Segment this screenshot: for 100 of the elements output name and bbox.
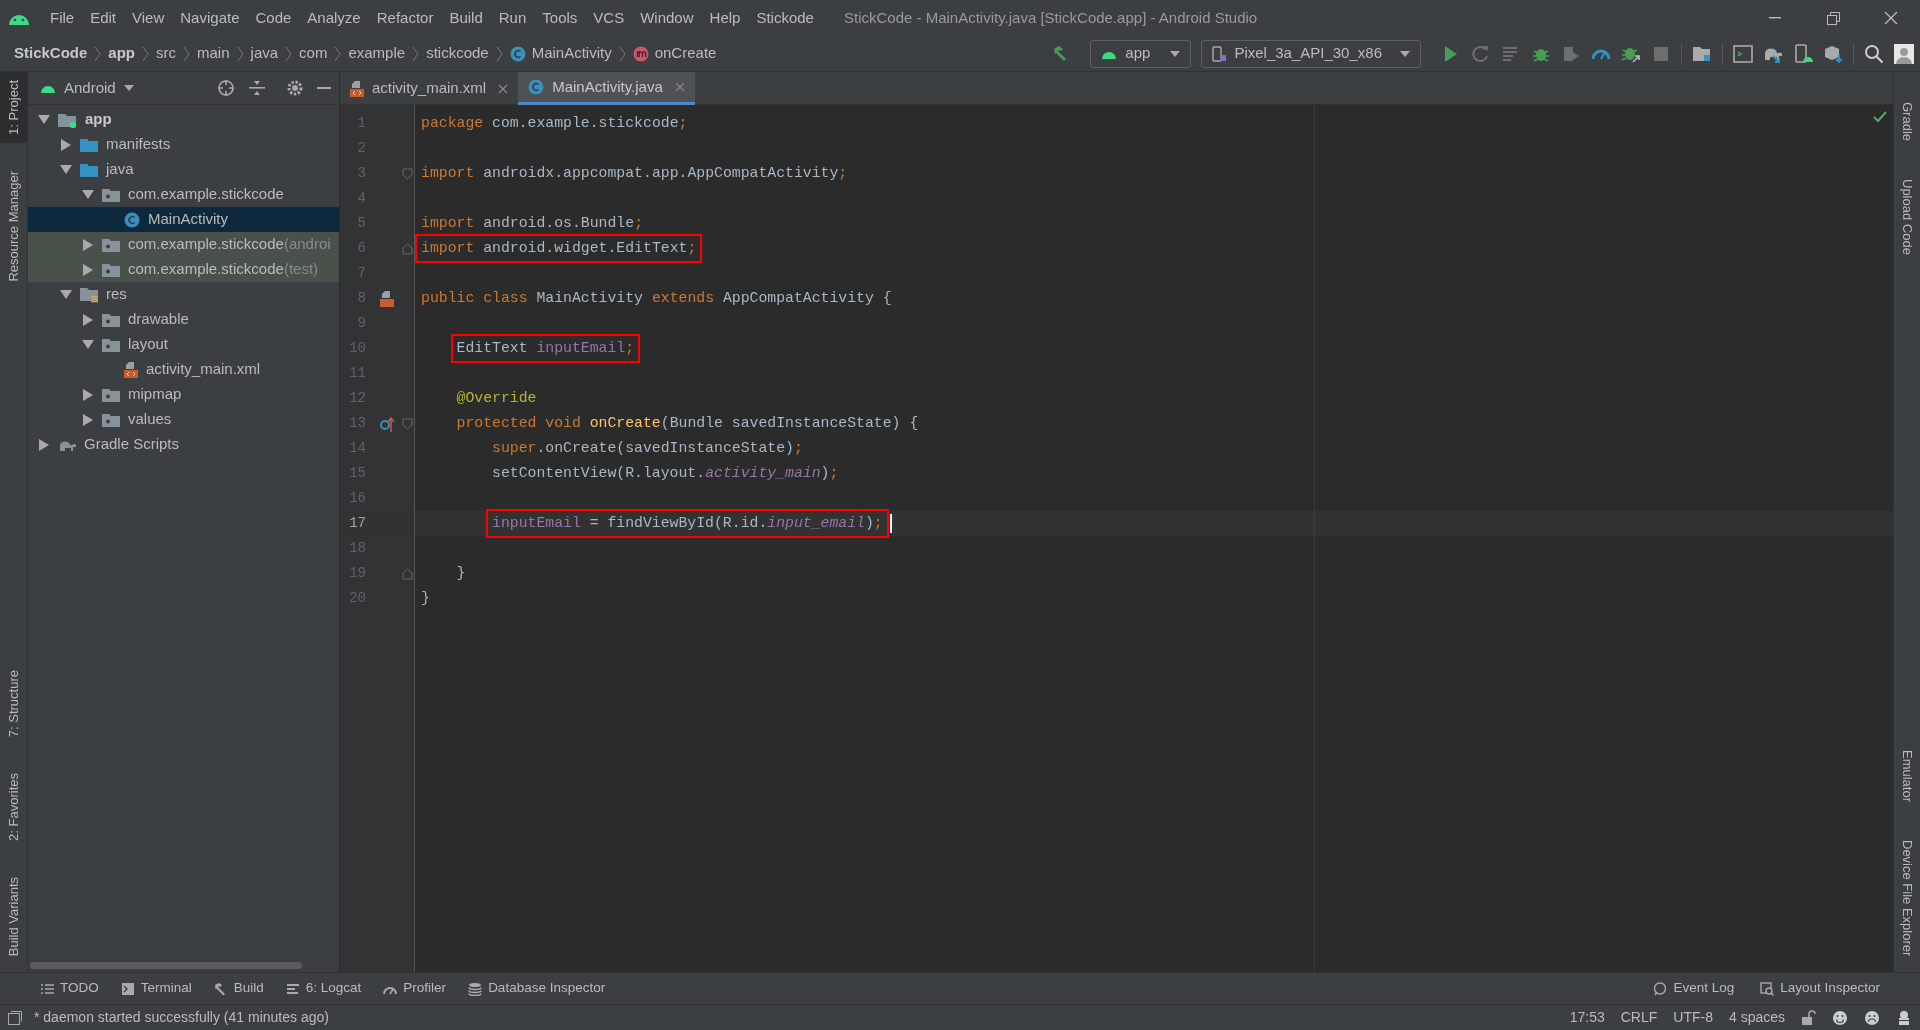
tree-item[interactable]: activity_main.xml bbox=[28, 357, 339, 382]
tree-item[interactable]: java bbox=[28, 157, 339, 182]
panel-toggle-icon[interactable] bbox=[8, 1010, 22, 1025]
menu-item[interactable]: Edit bbox=[84, 6, 123, 30]
tool-window-tab[interactable]: Emulator bbox=[1893, 741, 1920, 810]
inspector-icon[interactable] bbox=[1896, 1009, 1912, 1026]
close-icon[interactable] bbox=[498, 83, 509, 94]
run-config-dropdown[interactable]: app bbox=[1090, 39, 1192, 68]
frown-icon[interactable] bbox=[1864, 1009, 1880, 1026]
editor-tab[interactable]: MainActivity.java bbox=[518, 72, 695, 105]
status-item[interactable]: 17:53 bbox=[1569, 1007, 1605, 1028]
menu-item[interactable]: Tools bbox=[536, 6, 584, 30]
status-item[interactable]: UTF-8 bbox=[1673, 1007, 1713, 1028]
window-icon[interactable] bbox=[1733, 43, 1753, 64]
tree-item[interactable]: res bbox=[28, 282, 339, 307]
close-icon bbox=[1884, 11, 1898, 25]
menu-item[interactable]: Code bbox=[249, 6, 298, 30]
line-number: 17 bbox=[348, 514, 366, 533]
breadcrumb[interactable]: app bbox=[108, 42, 136, 65]
tool-window-tab[interactable]: 1: Project bbox=[0, 72, 27, 143]
tree-item[interactable]: com.example.stickcode bbox=[28, 182, 339, 207]
layout-file-icon bbox=[124, 361, 138, 378]
terminal-icon bbox=[120, 981, 135, 996]
close-icon[interactable] bbox=[674, 82, 685, 92]
tree-item[interactable]: Gradle Scripts bbox=[28, 432, 339, 457]
avatar-icon[interactable] bbox=[1894, 43, 1914, 64]
breadcrumb[interactable]: MainActivity bbox=[509, 42, 612, 65]
folder-icon bbox=[102, 187, 120, 202]
tool-window-button[interactable]: Profiler bbox=[383, 978, 447, 999]
tool-window-button[interactable]: Event Log bbox=[1653, 978, 1735, 999]
device-dropdown[interactable]: Pixel_3a_API_30_x86 bbox=[1201, 39, 1421, 68]
tree-item[interactable]: mipmap bbox=[28, 382, 339, 407]
settings-icon[interactable] bbox=[287, 80, 303, 96]
breadcrumb[interactable]: main bbox=[197, 42, 230, 65]
rerun-icon[interactable] bbox=[1471, 43, 1491, 64]
menu-item[interactable]: View bbox=[126, 6, 171, 30]
status-item[interactable]: 4 spaces bbox=[1728, 1007, 1785, 1028]
search-icon[interactable] bbox=[1864, 43, 1884, 64]
tree-item[interactable]: MainActivity bbox=[28, 207, 339, 232]
chevron-icon bbox=[618, 45, 626, 62]
tool-window-tab[interactable]: Device File Explorer bbox=[1893, 831, 1920, 964]
fold-marker-icon[interactable] bbox=[402, 167, 413, 180]
collapsed-arrow-icon bbox=[82, 388, 94, 401]
unlock-icon[interactable] bbox=[1801, 1010, 1816, 1025]
device-manager-icon[interactable] bbox=[1793, 43, 1813, 64]
tool-window-button[interactable]: Terminal bbox=[120, 978, 192, 999]
locate-icon[interactable] bbox=[217, 79, 235, 97]
tree-item[interactable]: values bbox=[28, 407, 339, 432]
layout-file-icon[interactable] bbox=[380, 290, 394, 307]
tool-window-button[interactable]: TODO bbox=[40, 978, 99, 999]
breadcrumb[interactable]: StickCode bbox=[14, 42, 88, 65]
breadcrumb[interactable]: onCreate bbox=[632, 42, 717, 65]
editor-tab[interactable]: activity_main.xml bbox=[340, 72, 519, 105]
tree-item[interactable]: drawable bbox=[28, 307, 339, 332]
tool-window-button[interactable]: Layout Inspector bbox=[1760, 978, 1880, 999]
menu-item[interactable]: Stickode bbox=[750, 6, 820, 30]
fold-marker-icon[interactable] bbox=[402, 242, 413, 255]
menu-item[interactable]: Analyze bbox=[301, 6, 367, 30]
tree-item[interactable]: layout bbox=[28, 332, 339, 357]
status-item[interactable]: CRLF bbox=[1620, 1007, 1658, 1028]
tool-window-button[interactable]: Build bbox=[213, 978, 264, 999]
tool-window-tab[interactable]: 2: Favorites bbox=[0, 764, 27, 849]
tree-item[interactable]: com.example.stickcode(androi bbox=[28, 232, 339, 257]
tree-item[interactable]: com.example.stickcode(test) bbox=[28, 257, 339, 282]
tool-window-button[interactable]: 6: Logcat bbox=[285, 978, 362, 999]
package-download-icon[interactable] bbox=[1823, 43, 1843, 64]
menu-item[interactable]: Refactor bbox=[370, 6, 440, 30]
tool-window-tab[interactable]: Upload Code bbox=[1893, 171, 1920, 263]
tool-window-tab[interactable]: Build Variants bbox=[0, 868, 27, 964]
menu-item[interactable]: File bbox=[44, 6, 81, 30]
project-view-dropdown[interactable]: Android bbox=[40, 76, 134, 100]
breadcrumb[interactable]: java bbox=[250, 42, 279, 65]
tool-window-tab[interactable]: 7: Structure bbox=[0, 661, 27, 745]
collapse-all-icon[interactable] bbox=[249, 80, 265, 96]
menu-item[interactable]: Navigate bbox=[174, 6, 246, 30]
tool-window-tab[interactable]: Resource Manager bbox=[0, 162, 27, 290]
tool-window-tab[interactable]: Gradle bbox=[1893, 94, 1920, 150]
breadcrumb[interactable]: stickcode bbox=[426, 42, 489, 65]
tree-item[interactable]: manifests bbox=[28, 132, 339, 157]
override-marker-icon[interactable] bbox=[380, 415, 395, 432]
menu-item[interactable]: Help bbox=[703, 6, 747, 30]
menu-item[interactable]: Build bbox=[443, 6, 489, 30]
expanded-arrow-icon bbox=[60, 164, 72, 175]
code-line: package com.example.stickcode; bbox=[420, 114, 689, 134]
breadcrumb[interactable]: com bbox=[299, 42, 328, 65]
scrollbar[interactable] bbox=[30, 962, 302, 969]
chevron-icon bbox=[285, 45, 293, 62]
smiley-icon[interactable] bbox=[1832, 1009, 1848, 1026]
chevron-icon bbox=[142, 45, 150, 62]
fold-marker-icon[interactable] bbox=[402, 567, 413, 580]
breadcrumb[interactable]: src bbox=[156, 42, 177, 65]
menu-item[interactable]: Window bbox=[634, 6, 700, 30]
tree-item[interactable]: app bbox=[28, 107, 339, 132]
menu-item[interactable]: VCS bbox=[587, 6, 631, 30]
folder-icon bbox=[80, 162, 98, 177]
menu-item[interactable]: Run bbox=[492, 6, 533, 30]
fold-marker-icon[interactable] bbox=[402, 417, 413, 430]
text-cursor bbox=[889, 514, 892, 533]
breadcrumb[interactable]: example bbox=[348, 42, 406, 65]
tool-window-button[interactable]: Database Inspector bbox=[468, 978, 606, 999]
